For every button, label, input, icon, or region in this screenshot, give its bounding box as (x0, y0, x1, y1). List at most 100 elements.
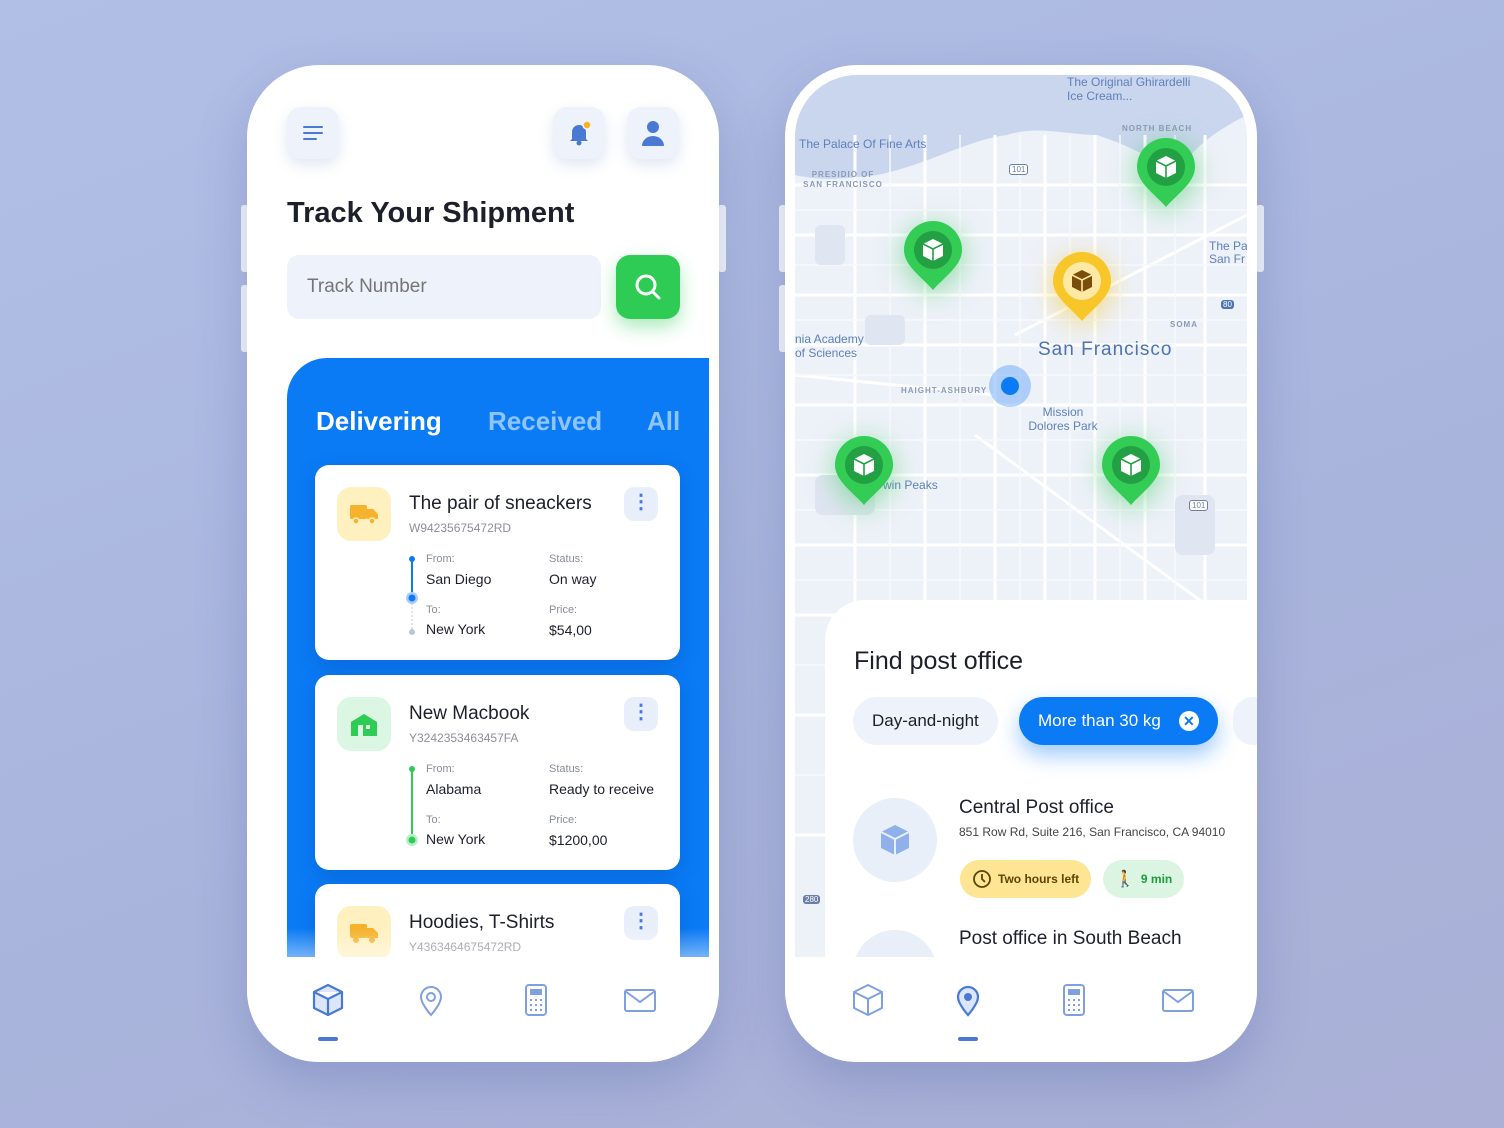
post-office-map-pin[interactable] (834, 435, 894, 507)
tab-received[interactable]: Received (488, 406, 602, 437)
post-office-map-pin[interactable] (1101, 435, 1161, 507)
menu-button[interactable] (287, 107, 339, 159)
bell-icon (570, 120, 592, 146)
hamburger-icon (303, 126, 323, 140)
shipment-name: The pair of sneackers (409, 493, 592, 514)
filter-chip-more-than-30kg[interactable]: More than 30 kg ✕ (1019, 697, 1218, 745)
mail-icon[interactable] (1160, 982, 1196, 1018)
map-label-soma: SOMA (1170, 320, 1198, 329)
search-icon (635, 274, 661, 300)
route-timeline (406, 766, 418, 846)
from-value: San Diego (426, 571, 492, 587)
post-office-sheet: Find post office Day-and-night More than… (825, 600, 1257, 1014)
notifications-button[interactable] (553, 107, 605, 159)
from-value: Alabama (426, 781, 482, 797)
active-tab-indicator (318, 1037, 338, 1041)
to-value: New York (426, 621, 486, 637)
post-office-map-pin[interactable] (1052, 251, 1112, 323)
tab-all[interactable]: All (647, 406, 680, 437)
mail-icon[interactable] (622, 982, 658, 1018)
phone-find-post-office: The Original Ghirardelli Ice Cream... Th… (785, 65, 1257, 1062)
tracking-id: W94235675472RD (409, 521, 512, 535)
post-office-map-pin[interactable] (903, 220, 963, 292)
price-value: $1200,00 (549, 832, 608, 848)
calculator-icon[interactable] (518, 982, 554, 1018)
more-vertical-icon: ⋮ (631, 491, 651, 513)
price-label: Price: (549, 604, 578, 616)
status-label: Status: (549, 763, 584, 775)
highway-80-shield: 80 (1221, 300, 1234, 309)
map-label-north-beach: NORTH BEACH (1122, 124, 1193, 133)
status-label: Status: (549, 553, 584, 565)
shipment-card[interactable]: The pair of sneackers W94235675472RD ⋮ F… (315, 465, 680, 660)
filter-label: More than 30 kg (1038, 711, 1161, 730)
close-icon[interactable]: ✕ (1178, 711, 1199, 731)
clock-icon (973, 870, 991, 888)
status-value: Ready to receive (549, 781, 655, 797)
shipments-panel: Delivering Received All The pair of snea… (287, 358, 709, 968)
tracking-id: Y3242353463457FA (409, 731, 519, 745)
to-label: To: (426, 604, 441, 616)
map-label-mission: Mission Dolores Park (1028, 405, 1098, 433)
highway-101-shield: 101 (1009, 164, 1029, 175)
map-label-palace: The Palace Of Fine Arts (799, 137, 927, 151)
more-options-button[interactable]: ⋮ (624, 697, 658, 731)
box-icon[interactable] (850, 982, 886, 1018)
page-title: Track Your Shipment (287, 197, 575, 229)
price-label: Price: (549, 814, 578, 826)
post-office-address: 851 Row Rd, Suite 216, San Francisco, CA… (959, 825, 1226, 839)
hours-left-badge: Two hours left (960, 860, 1092, 898)
calculator-icon[interactable] (1056, 982, 1092, 1018)
highway-280-shield: 280 (803, 895, 821, 904)
post-office-name[interactable]: Central Post office (959, 797, 1114, 819)
bottom-navigation (785, 957, 1257, 1062)
profile-button[interactable] (627, 107, 679, 159)
power-button (718, 205, 726, 272)
shipment-name: New Macbook (409, 703, 530, 724)
location-pin-icon[interactable] (413, 982, 449, 1018)
map-label-ghirardelli: The Original Ghirardelli Ice Cream... (1067, 75, 1191, 103)
power-button (1256, 205, 1264, 272)
map-label-academy: nia Academy of Sciences (795, 332, 864, 360)
active-tab-indicator (958, 1037, 978, 1041)
filter-chip-more[interactable] (1233, 697, 1257, 745)
highway-101-shield: 101 (1189, 500, 1209, 511)
map-label-presidio: PRESIDIO OF SAN FRANCISCO (803, 170, 883, 189)
user-icon (642, 121, 664, 146)
more-vertical-icon: ⋮ (631, 701, 651, 723)
bottom-navigation (247, 957, 719, 1062)
price-value: $54,00 (549, 622, 592, 638)
from-label: From: (426, 553, 455, 565)
map-label-palace-right: The Pa San Fr (1209, 240, 1247, 266)
shipment-card[interactable]: New Macbook Y3242353463457FA ⋮ From: Ala… (315, 675, 680, 870)
filter-chip-day-and-night[interactable]: Day-and-night (853, 697, 998, 745)
more-options-button[interactable]: ⋮ (624, 487, 658, 521)
search-button[interactable] (616, 255, 680, 319)
shipment-icon-box (337, 487, 391, 541)
from-label: From: (426, 763, 455, 775)
current-location-marker (989, 365, 1031, 407)
track-number-input[interactable] (287, 255, 601, 319)
shipment-icon-box (337, 697, 391, 751)
route-timeline (406, 556, 418, 635)
walk-time-badge: 🚶 9 min (1103, 860, 1185, 898)
hours-left-text: Two hours left (998, 872, 1080, 886)
map-label-city: San Francisco (1038, 339, 1173, 360)
box-icon (880, 825, 910, 855)
sheet-title: Find post office (854, 647, 1024, 675)
box-icon[interactable] (310, 982, 346, 1018)
to-value: New York (426, 831, 486, 847)
phone-track-shipment: Track Your Shipment Delivering Received … (247, 65, 719, 1062)
post-office-name[interactable]: Post office in South Beach (959, 928, 1182, 950)
to-label: To: (426, 814, 441, 826)
walk-time-text: 9 min (1140, 872, 1173, 886)
tab-delivering[interactable]: Delivering (316, 406, 442, 437)
status-value: On way (549, 571, 597, 587)
warehouse-icon (351, 714, 377, 736)
filter-label: Day-and-night (872, 711, 979, 730)
post-office-map-pin[interactable] (1136, 137, 1196, 209)
post-office-avatar (853, 798, 937, 882)
truck-icon (350, 505, 378, 525)
location-pin-icon[interactable] (950, 982, 986, 1018)
map-label-haight: HAIGHT-ASHBURY (901, 386, 988, 395)
